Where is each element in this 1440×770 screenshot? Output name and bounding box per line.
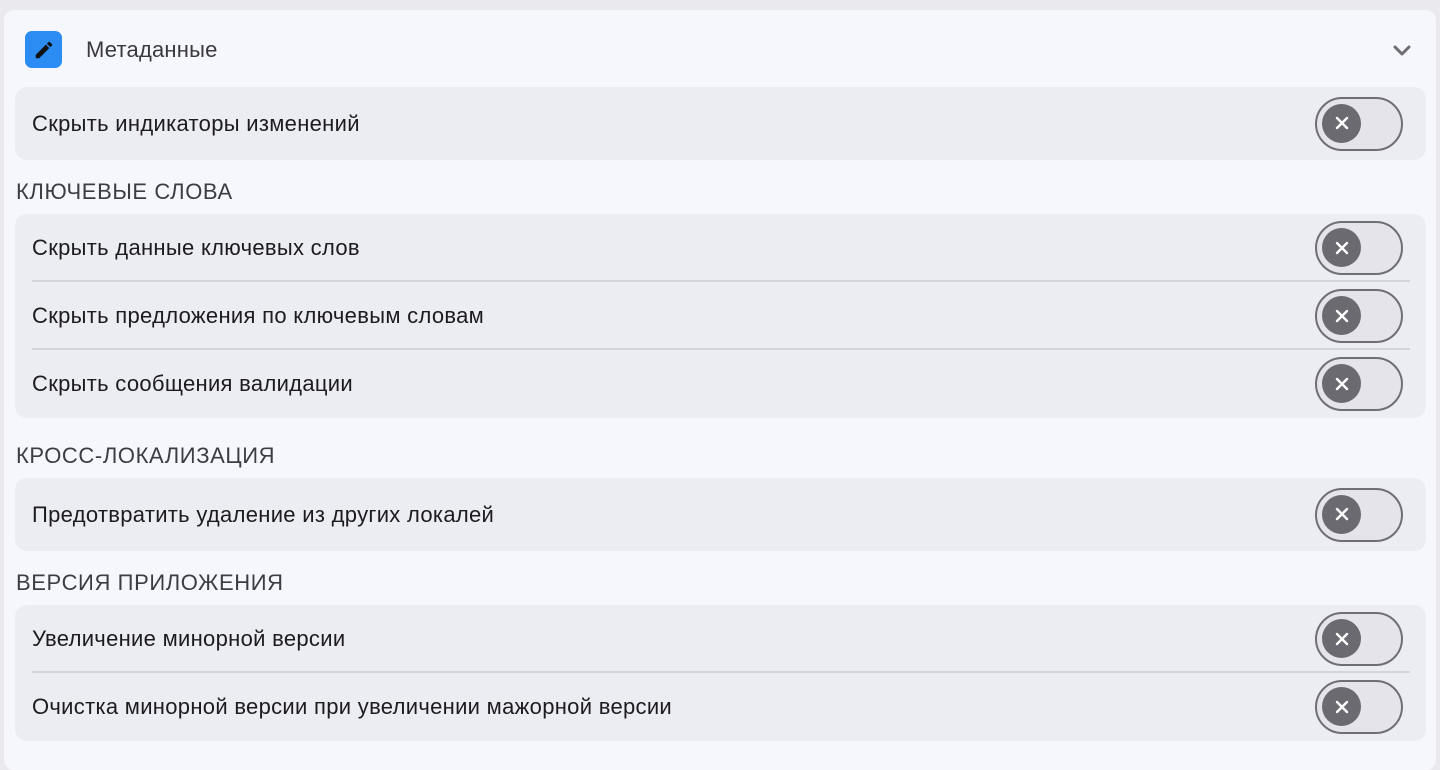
setting-row: Скрыть данные ключевых слов (15, 214, 1426, 282)
setting-row: Скрыть индикаторы изменений (15, 87, 1426, 160)
toggle-knob (1322, 103, 1361, 143)
setting-label: Скрыть предложения по ключевым словам (32, 303, 485, 328)
x-mark-icon (1335, 241, 1348, 254)
metadata-header[interactable]: Метаданные (4, 10, 1436, 88)
hide-keyword-data-toggle[interactable] (1315, 221, 1403, 275)
keywords-section-title: КЛЮЧЕВЫЕ СЛОВА (16, 179, 233, 204)
cross-localization-section-title: КРОСС-ЛОКАЛИЗАЦИЯ (16, 443, 276, 468)
app-version-section-title: ВЕРСИЯ ПРИЛОЖЕНИЯ (16, 570, 284, 595)
setting-label: Очистка минорной версии при увеличении м… (32, 694, 672, 719)
x-mark-icon (1335, 700, 1348, 713)
setting-row: Предотвратить удаление из других локалей (15, 478, 1426, 551)
toggle-knob (1322, 228, 1361, 267)
x-mark-icon (1335, 377, 1348, 390)
setting-label: Увеличение минорной версии (32, 626, 346, 651)
x-mark-icon (1335, 309, 1348, 322)
toggle-knob (1322, 296, 1361, 335)
general-settings-group: Скрыть индикаторы изменений (15, 87, 1426, 160)
metadata-panel: Метаданные Скрыть индикаторы изменений К… (4, 10, 1436, 770)
prevent-deletion-other-locales-toggle[interactable] (1315, 487, 1403, 542)
setting-row: Скрыть предложения по ключевым словам (15, 282, 1426, 350)
x-mark-icon (1335, 116, 1348, 130)
hide-validation-messages-toggle[interactable] (1315, 357, 1403, 411)
keywords-settings-group: Скрыть данные ключевых слов Скрыть предл… (15, 214, 1426, 418)
cross-localization-settings-group: Предотвратить удаление из других локалей (15, 478, 1426, 551)
setting-row: Очистка минорной версии при увеличении м… (15, 673, 1426, 741)
toggle-knob (1322, 687, 1361, 726)
toggle-knob (1322, 619, 1361, 658)
setting-label: Скрыть данные ключевых слов (32, 235, 360, 260)
chevron-down-icon[interactable] (1390, 40, 1414, 60)
reset-minor-on-major-increment-toggle[interactable] (1315, 680, 1403, 734)
toggle-knob (1322, 364, 1361, 403)
hide-change-indicators-toggle[interactable] (1315, 96, 1403, 151)
setting-row: Увеличение минорной версии (15, 605, 1426, 673)
toggle-knob (1322, 494, 1361, 534)
hide-keyword-suggestions-toggle[interactable] (1315, 289, 1403, 343)
setting-label: Предотвратить удаление из других локалей (32, 501, 495, 527)
header-title: Метаданные (86, 37, 218, 62)
x-mark-icon (1335, 632, 1348, 645)
increment-minor-version-toggle[interactable] (1315, 612, 1403, 666)
setting-label: Скрыть индикаторы изменений (32, 110, 360, 136)
app-version-settings-group: Увеличение минорной версии Очистка минор… (15, 605, 1426, 741)
setting-row: Скрыть сообщения валидации (15, 350, 1426, 418)
setting-label: Скрыть сообщения валидации (32, 371, 353, 396)
x-mark-icon (1335, 507, 1348, 521)
pencil-icon (25, 31, 62, 68)
